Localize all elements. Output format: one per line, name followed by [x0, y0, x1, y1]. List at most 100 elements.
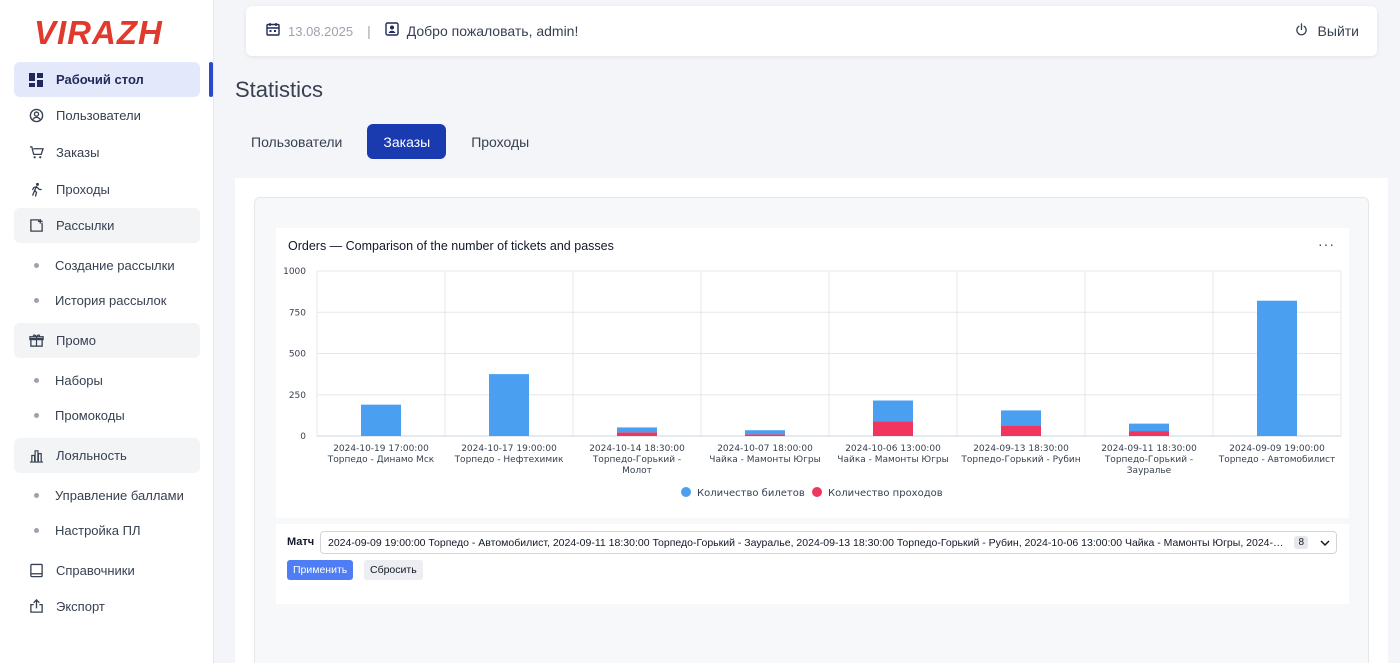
sidebar-item-users[interactable]: Пользователи — [14, 98, 200, 133]
sidebar-item-label: Рассылки — [56, 218, 115, 233]
sidebar-item-mailings[interactable]: Рассылки — [14, 208, 200, 243]
tab-passes[interactable]: Проходы — [455, 124, 545, 159]
mail-icon — [28, 218, 44, 234]
x-tick-label: Торпедо - Динамо Мск — [327, 455, 435, 465]
orders-chart: 025050075010002024-10-19 17:00:00Торпедо… — [283, 267, 1342, 499]
sidebar-subitem-create-mailing[interactable]: Создание рассылки — [14, 250, 200, 280]
current-date: 13.08.2025 — [288, 23, 354, 39]
sidebar-item-dashboard[interactable]: Рабочий стол — [14, 62, 200, 97]
x-tick-label: 2024-10-19 17:00:00 — [333, 444, 429, 454]
active-indicator — [209, 62, 213, 97]
tab-users[interactable]: Пользователи — [235, 124, 358, 159]
x-tick-label: Торпедо-Горький - — [592, 455, 681, 465]
bullet-icon — [34, 377, 39, 383]
sidebar-item-loyalty[interactable]: Лояльность — [14, 438, 200, 473]
sidebar-subitem-label: Наборы — [55, 372, 103, 388]
bullet-icon — [34, 297, 39, 303]
apply-button[interactable]: Применить — [287, 560, 354, 580]
bullet-icon — [34, 492, 39, 498]
y-tick-label: 500 — [289, 350, 306, 360]
x-tick-label: Торпедо-Горький - Рубин — [960, 455, 1080, 465]
bullet-icon — [34, 262, 39, 268]
sidebar-item-passes[interactable]: Проходы — [14, 172, 200, 207]
bullet-icon — [34, 527, 39, 533]
bar-tickets — [873, 400, 913, 422]
sidebar-subitem-label: Управление баллами — [55, 487, 184, 503]
chevron-down-icon[interactable] — [1314, 537, 1336, 549]
sidebar-item-label: Промо — [56, 333, 96, 348]
bar-tickets — [745, 430, 785, 435]
sidebar-item-references[interactable]: Справочники — [14, 553, 200, 588]
sidebar-item-label: Проходы — [56, 182, 110, 197]
legend-marker — [812, 487, 822, 497]
bar-tickets — [489, 374, 529, 436]
legend-label: Количество билетов — [697, 488, 805, 499]
sidebar-item-label: Экспорт — [56, 599, 105, 614]
bar-passes — [873, 421, 913, 436]
tab-orders[interactable]: Заказы — [367, 124, 447, 159]
y-tick-label: 0 — [300, 432, 306, 442]
x-tick-label: Молот — [622, 466, 652, 476]
sidebar-subitem-sets[interactable]: Наборы — [14, 365, 200, 395]
y-tick-label: 1000 — [283, 267, 306, 277]
x-tick-label: Торпедо - Автомобилист — [1218, 455, 1336, 465]
x-tick-label: 2024-10-07 18:00:00 — [717, 444, 813, 454]
sidebar-subitem-label: Промокоды — [55, 407, 125, 423]
sidebar-item-label: Справочники — [56, 563, 135, 578]
sidebar-item-promo[interactable]: Промо — [14, 323, 200, 358]
sidebar-item-export[interactable]: Экспорт — [14, 589, 200, 624]
x-tick-label: Чайка - Мамонты Югры — [709, 455, 820, 465]
x-tick-label: Зауралье — [1127, 466, 1172, 476]
sidebar-item-label: Пользователи — [56, 108, 141, 123]
power-icon — [1295, 23, 1308, 39]
sidebar-item-label: Рабочий стол — [56, 72, 144, 87]
logout-label: Выйти — [1317, 23, 1359, 39]
dashboard-icon — [28, 72, 44, 88]
header-separator: | — [367, 23, 371, 39]
sidebar-subitem-label: Создание рассылки — [55, 257, 175, 273]
cart-icon — [28, 145, 44, 161]
sidebar-subitem-mailing-history[interactable]: История рассылок — [14, 285, 200, 315]
brand-logo[interactable]: VIRAZH — [34, 14, 163, 52]
chart-card: Orders — Comparison of the number of tic… — [276, 228, 1349, 518]
gift-icon — [28, 333, 44, 349]
sidebar-subitem-loyalty-settings[interactable]: Настройка ПЛ — [14, 515, 200, 545]
bar-tickets — [361, 404, 401, 436]
sidebar-item-orders[interactable]: Заказы — [14, 135, 200, 170]
sidebar-subitem-label: История рассылок — [55, 292, 167, 308]
bar-passes — [617, 432, 657, 436]
y-tick-label: 250 — [289, 391, 306, 401]
user-circle-icon — [28, 108, 44, 124]
book-icon — [28, 563, 44, 579]
sidebar-subitem-promocodes[interactable]: Промокоды — [14, 400, 200, 430]
top-header: 13.08.2025 | Добро пожаловать, admin! Вы… — [246, 6, 1377, 56]
page-title: Statistics — [235, 77, 324, 102]
filter-card: Матч 2024-09-09 19:00:00 Торпедо - Автом… — [276, 524, 1349, 604]
selected-count-badge: 8 — [1294, 536, 1308, 549]
reset-button[interactable]: Сбросить — [364, 560, 423, 580]
x-tick-label: 2024-09-09 19:00:00 — [1229, 444, 1325, 454]
x-tick-label: 2024-09-13 18:30:00 — [973, 444, 1069, 454]
x-tick-label: 2024-09-11 18:30:00 — [1101, 444, 1197, 454]
bar-tickets — [1001, 410, 1041, 426]
sidebar-subitem-points[interactable]: Управление баллами — [14, 480, 200, 510]
bullet-icon — [34, 412, 39, 418]
x-tick-label: Торпедо - Нефтехимик — [454, 455, 564, 465]
calendar-icon — [266, 22, 280, 41]
logout-button[interactable]: Выйти — [1295, 23, 1359, 39]
x-tick-label: Торпедо-Горький - — [1104, 455, 1193, 465]
bar-tickets — [617, 427, 657, 433]
match-select-value: 2024-09-09 19:00:00 Торпедо - Автомобили… — [328, 536, 1286, 549]
welcome-message: Добро пожаловать, admin! — [406, 23, 579, 39]
match-filter-label: Матч — [287, 536, 315, 548]
legend-marker — [681, 487, 691, 497]
user-badge-icon — [385, 21, 399, 41]
y-tick-label: 750 — [289, 308, 306, 318]
match-select[interactable]: 2024-09-09 19:00:00 Торпедо - Автомобили… — [320, 531, 1337, 554]
walk-icon — [28, 182, 44, 198]
bar-passes — [1001, 425, 1041, 436]
x-tick-label: Чайка - Мамонты Югры — [837, 455, 948, 465]
bar-tickets — [1129, 423, 1169, 432]
bar-tickets — [1257, 300, 1297, 436]
legend-label: Количество проходов — [828, 488, 943, 499]
